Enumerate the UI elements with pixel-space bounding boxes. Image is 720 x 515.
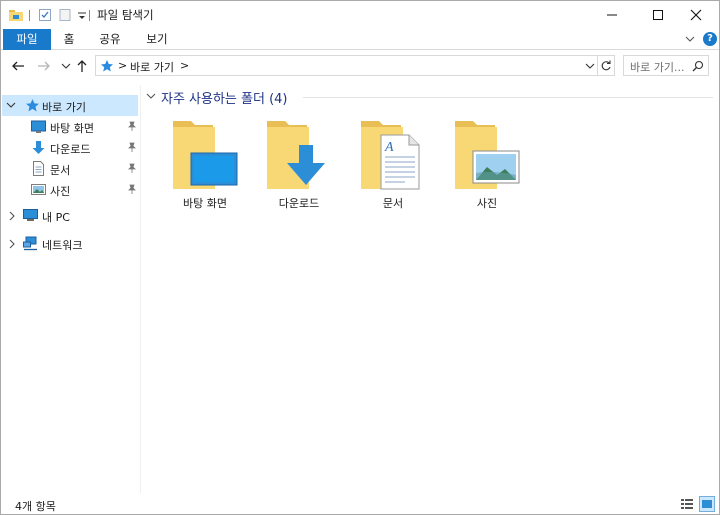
folder-label: 바탕 화면 bbox=[183, 197, 227, 210]
search-box[interactable]: 바로 가기... bbox=[623, 55, 709, 76]
quick-access-separator bbox=[29, 10, 30, 21]
nav-desktop[interactable]: 바탕 화면 bbox=[2, 116, 138, 137]
chevron-down-icon bbox=[61, 63, 71, 69]
breadcrumb-separator[interactable]: > bbox=[118, 59, 127, 72]
nav-quick-access[interactable]: 바로 가기 bbox=[2, 95, 138, 116]
search-icon[interactable] bbox=[692, 60, 704, 72]
minimize-button[interactable] bbox=[589, 1, 635, 29]
breadcrumb-trailing-separator[interactable]: > bbox=[180, 59, 189, 72]
ribbon-tabs: 파일 홈 공유 보기 ? bbox=[1, 29, 719, 50]
pictures-icon bbox=[31, 184, 46, 195]
folder-tile-desktop[interactable]: 바탕 화면 bbox=[165, 115, 245, 215]
nav-this-pc-label: 내 PC bbox=[42, 211, 70, 224]
downloads-folder-icon bbox=[267, 121, 325, 189]
address-bar[interactable]: > 바로 가기 > bbox=[95, 55, 615, 76]
folder-tile-pictures[interactable]: 사진 bbox=[447, 115, 527, 215]
nav-pictures-label: 사진 bbox=[50, 185, 71, 198]
nav-downloads-label: 다운로드 bbox=[50, 143, 91, 156]
close-button[interactable] bbox=[673, 1, 719, 29]
nav-documents-label: 문서 bbox=[50, 164, 71, 177]
quick-access-star-icon bbox=[26, 99, 39, 112]
tab-home[interactable]: 홈 bbox=[57, 29, 81, 50]
title-bar: 파일 탐색기 bbox=[1, 1, 719, 29]
folder-tile-documents[interactable]: A 문서 bbox=[353, 115, 433, 215]
tab-view[interactable]: 보기 bbox=[139, 29, 175, 50]
pin-icon[interactable] bbox=[127, 121, 137, 131]
new-folder-icon[interactable] bbox=[58, 8, 72, 22]
window-title: 파일 탐색기 bbox=[97, 8, 154, 22]
nav-quick-access-label: 바로 가기 bbox=[42, 101, 86, 114]
nav-pictures[interactable]: 사진 bbox=[2, 179, 138, 200]
nav-documents[interactable]: 문서 bbox=[2, 158, 138, 179]
nav-desktop-label: 바탕 화면 bbox=[50, 122, 94, 135]
nav-network[interactable]: 네트워크 bbox=[2, 233, 138, 254]
close-icon bbox=[690, 9, 702, 21]
group-header-frequent-folders[interactable]: 자주 사용하는 폴더 (4) bbox=[161, 88, 288, 107]
properties-icon[interactable] bbox=[38, 8, 52, 22]
maximize-icon bbox=[653, 10, 663, 20]
back-button[interactable] bbox=[9, 57, 27, 75]
group-collapse-icon[interactable] bbox=[146, 92, 156, 110]
folder-app-icon bbox=[9, 10, 23, 21]
desktop-icon bbox=[31, 120, 46, 133]
folder-tile-downloads[interactable]: 다운로드 bbox=[259, 115, 339, 215]
minimize-icon bbox=[607, 14, 617, 16]
folder-label: 다운로드 bbox=[278, 197, 320, 210]
quick-access-star-icon bbox=[101, 60, 113, 72]
forward-button[interactable] bbox=[35, 57, 53, 75]
nav-network-label: 네트워크 bbox=[42, 239, 83, 252]
expand-chevron-icon[interactable] bbox=[6, 101, 16, 109]
download-arrow-icon bbox=[32, 141, 45, 154]
network-icon bbox=[23, 236, 37, 251]
refresh-icon[interactable] bbox=[600, 60, 612, 72]
nav-downloads[interactable]: 다운로드 bbox=[2, 137, 138, 158]
tab-file[interactable]: 파일 bbox=[3, 29, 51, 50]
expand-chevron-right-icon[interactable] bbox=[8, 239, 16, 249]
breadcrumb-quick-access[interactable]: 바로 가기 bbox=[130, 59, 174, 75]
file-explorer-window: 파일 탐색기 파일 홈 공유 보기 ? > 바로 가기 > 바로 가기... 바… bbox=[0, 0, 720, 515]
pin-icon[interactable] bbox=[127, 142, 137, 152]
pin-icon[interactable] bbox=[127, 163, 137, 173]
expand-ribbon-icon[interactable] bbox=[685, 35, 695, 43]
navigation-pane: 바로 가기 바탕 화면 다운로드 문서 사진 내 PC 네트워크 bbox=[1, 85, 141, 493]
up-arrow-icon bbox=[77, 60, 87, 72]
pin-icon[interactable] bbox=[127, 184, 137, 194]
tab-share[interactable]: 공유 bbox=[92, 29, 128, 50]
search-input[interactable]: 바로 가기... bbox=[630, 59, 684, 75]
document-icon bbox=[33, 161, 44, 176]
folder-label: 문서 bbox=[382, 197, 404, 210]
up-button[interactable] bbox=[73, 57, 91, 75]
details-view-icon[interactable] bbox=[679, 496, 695, 512]
status-bar: 4개 항목 bbox=[1, 493, 719, 515]
desktop-folder-icon bbox=[173, 121, 238, 189]
large-icons-view-icon[interactable] bbox=[699, 496, 715, 512]
nav-this-pc[interactable]: 내 PC bbox=[2, 205, 138, 226]
expand-chevron-right-icon[interactable] bbox=[8, 211, 16, 221]
group-divider bbox=[303, 97, 713, 98]
help-icon[interactable]: ? bbox=[703, 32, 717, 46]
back-arrow-icon bbox=[12, 61, 24, 71]
computer-icon bbox=[23, 209, 38, 221]
pictures-folder-icon bbox=[455, 121, 520, 189]
forward-arrow-icon bbox=[38, 61, 50, 71]
address-dropdown-icon[interactable] bbox=[585, 62, 595, 70]
title-separator bbox=[89, 10, 90, 21]
documents-folder-icon: A bbox=[361, 121, 420, 190]
item-count: 4개 항목 bbox=[15, 500, 56, 513]
folder-label: 사진 bbox=[476, 197, 498, 210]
svg-text:A: A bbox=[384, 140, 394, 155]
customize-toolbar-icon[interactable] bbox=[75, 8, 89, 22]
